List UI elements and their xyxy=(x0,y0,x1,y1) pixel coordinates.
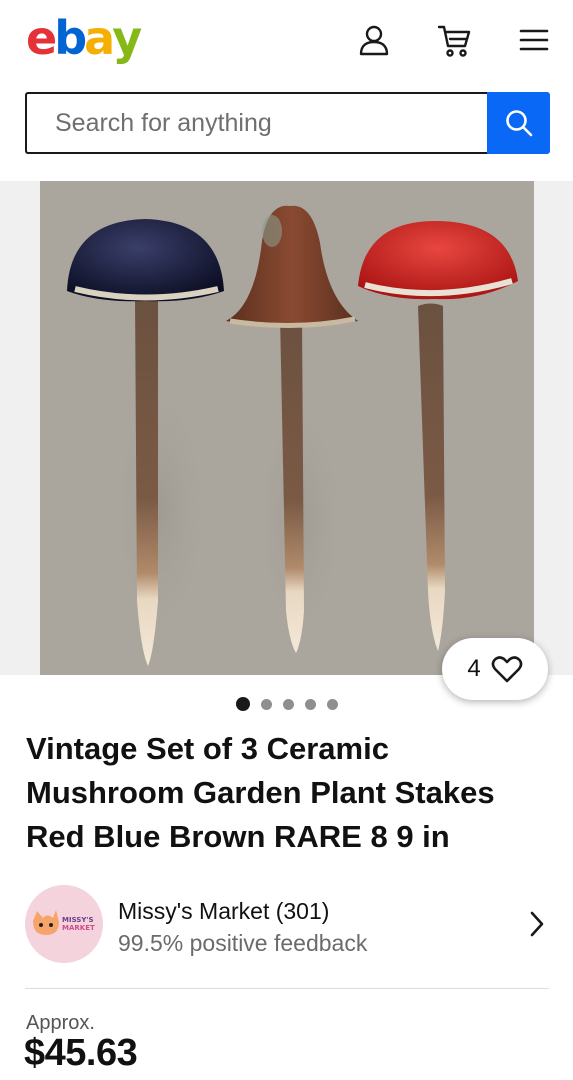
listing-title: Vintage Set of 3 Ceramic Mushroom Garden… xyxy=(26,731,495,854)
seller-card[interactable]: MISSY'S MARKET Missy's Market (301) 99.5… xyxy=(25,885,549,963)
logo-letter-b: b xyxy=(54,11,87,65)
mushroom-stakes-image xyxy=(40,181,534,675)
pagination-dot-1[interactable] xyxy=(235,697,250,711)
pagination-dot-5[interactable] xyxy=(326,699,338,710)
divider xyxy=(25,988,549,989)
search-icon xyxy=(505,110,532,137)
chevron-right-icon xyxy=(525,910,549,938)
pagination-dot-4[interactable] xyxy=(304,699,316,710)
seller-avatar: MISSY'S MARKET xyxy=(25,885,103,963)
logo-letter-e: e xyxy=(26,11,57,65)
pagination-dot-3[interactable] xyxy=(282,699,294,710)
account-icon[interactable] xyxy=(356,22,392,58)
cart-icon[interactable] xyxy=(436,22,472,58)
ebay-logo[interactable]: ebay xyxy=(26,11,142,65)
logo-letter-a: a xyxy=(84,11,115,65)
logo-letter-y: y xyxy=(112,11,142,65)
watch-count: 4 xyxy=(467,655,481,682)
gallery-pagination xyxy=(0,697,573,713)
product-photo[interactable] xyxy=(40,181,534,675)
watch-button[interactable]: 4 xyxy=(442,638,548,700)
heart-icon xyxy=(491,656,522,683)
search-button[interactable] xyxy=(487,92,550,154)
price-value: $45.63 xyxy=(24,1032,138,1074)
image-gallery[interactable] xyxy=(0,181,573,675)
avatar-text-line2: MARKET xyxy=(62,924,95,932)
avatar-text-line1: MISSY'S xyxy=(62,916,94,924)
seller-name: Missy's Market (301) xyxy=(118,898,330,924)
search-input[interactable] xyxy=(25,92,487,154)
menu-icon[interactable] xyxy=(516,22,552,58)
header: ebay xyxy=(0,0,573,80)
pagination-dot-2[interactable] xyxy=(260,699,272,710)
seller-feedback: 99.5% positive feedback xyxy=(118,930,368,956)
search-bar xyxy=(25,92,550,154)
